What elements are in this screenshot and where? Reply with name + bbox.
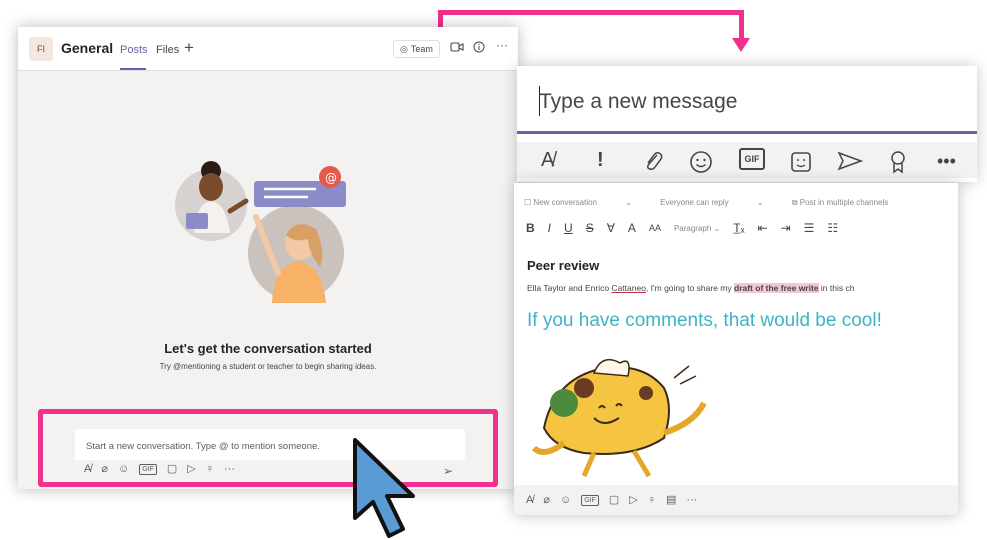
sticker-icon[interactable]: ▢ bbox=[609, 494, 619, 506]
more-icon[interactable]: ··· bbox=[496, 39, 508, 51]
format-toolbar: B I U S ∀ A AA Paragraph ⌄ T̲ₓ ⇤ ⇥ ☰ ☷ bbox=[526, 221, 838, 235]
font-size-icon[interactable]: AA bbox=[649, 223, 661, 233]
paragraph-label: Paragraph bbox=[673, 223, 712, 233]
more-icon[interactable]: ••• bbox=[937, 152, 956, 170]
svg-text:@: @ bbox=[325, 171, 337, 185]
reply-setting-dropdown[interactable]: Everyone can reply ⌄ bbox=[660, 198, 763, 207]
gif-icon[interactable]: GIF bbox=[581, 494, 599, 506]
emoji-icon[interactable] bbox=[689, 150, 713, 178]
multi-channel-button[interactable]: ⧉ Post in multiple channels bbox=[792, 198, 914, 207]
connector-line-drop bbox=[739, 10, 744, 40]
empty-state-subtitle: Try @mentioning a student or teacher to … bbox=[159, 362, 377, 371]
info-icon[interactable] bbox=[473, 41, 485, 55]
bold-icon[interactable]: B bbox=[526, 221, 535, 235]
post-large-text: If you have comments, that would be cool… bbox=[527, 310, 882, 331]
meet-icon[interactable]: ▷ bbox=[629, 494, 637, 506]
font-color-icon[interactable]: A bbox=[628, 221, 636, 235]
new-conversation-label: New conversation bbox=[533, 198, 597, 207]
taco-sticker-image bbox=[531, 358, 707, 478]
indent-icon[interactable]: ⇥ bbox=[781, 221, 791, 235]
message-compose-panel: Type a new message A̸ ! GIF ••• bbox=[517, 66, 977, 182]
multi-channel-label: Post in multiple channels bbox=[799, 198, 889, 207]
mouse-pointer-icon bbox=[353, 438, 415, 538]
format-icon[interactable]: A̸ bbox=[541, 150, 554, 170]
team-button[interactable]: ◎ Team bbox=[393, 40, 440, 58]
post-subject[interactable]: Peer review bbox=[527, 258, 599, 273]
clear-format-icon[interactable]: T̲ₓ bbox=[733, 221, 744, 235]
body-mention-underlined: Cattaneo bbox=[611, 283, 646, 293]
paragraph-dropdown[interactable]: Paragraph ⌄ bbox=[674, 224, 720, 233]
praise-icon[interactable] bbox=[889, 150, 907, 178]
sticker-icon[interactable] bbox=[789, 150, 813, 178]
reply-setting-label: Everyone can reply bbox=[660, 198, 729, 207]
conversation-illustration: @ bbox=[175, 161, 346, 303]
attach-icon[interactable]: ⌀ bbox=[543, 494, 550, 506]
connector-arrowhead bbox=[732, 38, 750, 52]
tab-posts[interactable]: Posts bbox=[120, 44, 148, 56]
priority-icon[interactable]: ! bbox=[597, 150, 604, 170]
format-icon[interactable]: A̸ bbox=[526, 494, 533, 506]
message-toolbar: A̸ ! GIF ••• bbox=[517, 142, 977, 178]
body-text-suffix: in this ch bbox=[818, 283, 855, 293]
compose-highlight-frame bbox=[38, 409, 498, 487]
video-icon[interactable] bbox=[450, 41, 464, 55]
post-body-line[interactable]: Ella Taylor and Enrico Cattaneo, I'm goi… bbox=[527, 283, 854, 293]
emoji-icon[interactable]: ☺ bbox=[560, 494, 571, 506]
italic-icon[interactable]: I bbox=[548, 221, 551, 235]
tab-files[interactable]: Files bbox=[156, 44, 179, 56]
attach-icon[interactable] bbox=[643, 150, 663, 176]
more-icon[interactable]: ··· bbox=[686, 494, 697, 506]
team-button-label: Team bbox=[410, 44, 433, 54]
channel-header: FI General Posts Files + ◎ Team ··· bbox=[18, 27, 518, 71]
tab-posts-underline bbox=[120, 68, 146, 70]
message-input[interactable]: Type a new message bbox=[539, 90, 737, 114]
bullet-list-icon[interactable]: ☰ bbox=[804, 221, 815, 235]
editor-top-bar: ☐ New conversation ⌄ Everyone can reply … bbox=[524, 198, 940, 208]
body-text-mid: , I'm going to share my bbox=[645, 283, 734, 293]
empty-state-title: Let's get the conversation started bbox=[164, 341, 372, 356]
body-highlighted-text: draft of the free write bbox=[734, 283, 819, 293]
praise-icon[interactable]: ♀ bbox=[648, 494, 656, 506]
gif-icon[interactable]: GIF bbox=[739, 148, 765, 170]
message-input-underline bbox=[517, 131, 977, 134]
channel-title: General bbox=[61, 40, 114, 56]
clipboard-icon[interactable]: ▤ bbox=[666, 494, 676, 506]
expanded-editor-panel: ☐ New conversation ⌄ Everyone can reply … bbox=[514, 183, 958, 515]
new-conversation-dropdown[interactable]: ☐ New conversation ⌄ bbox=[524, 198, 632, 207]
outdent-icon[interactable]: ⇤ bbox=[758, 221, 768, 235]
connector-line-horizontal bbox=[438, 10, 744, 15]
highlight-icon[interactable]: ∀ bbox=[607, 221, 615, 235]
team-avatar[interactable]: FI bbox=[29, 37, 53, 61]
eye-icon: ◎ bbox=[400, 43, 408, 54]
numbered-list-icon[interactable]: ☷ bbox=[827, 221, 838, 235]
underline-icon[interactable]: U bbox=[564, 221, 573, 235]
add-tab-icon[interactable]: + bbox=[184, 39, 194, 56]
strikethrough-icon[interactable]: S bbox=[586, 221, 594, 235]
body-text-prefix: Ella Taylor and Enrico bbox=[527, 283, 612, 293]
editor-bottom-toolbar: A̸ ⌀ ☺ GIF ▢ ▷ ♀ ▤ ··· bbox=[514, 485, 958, 515]
meet-icon[interactable] bbox=[837, 150, 864, 176]
